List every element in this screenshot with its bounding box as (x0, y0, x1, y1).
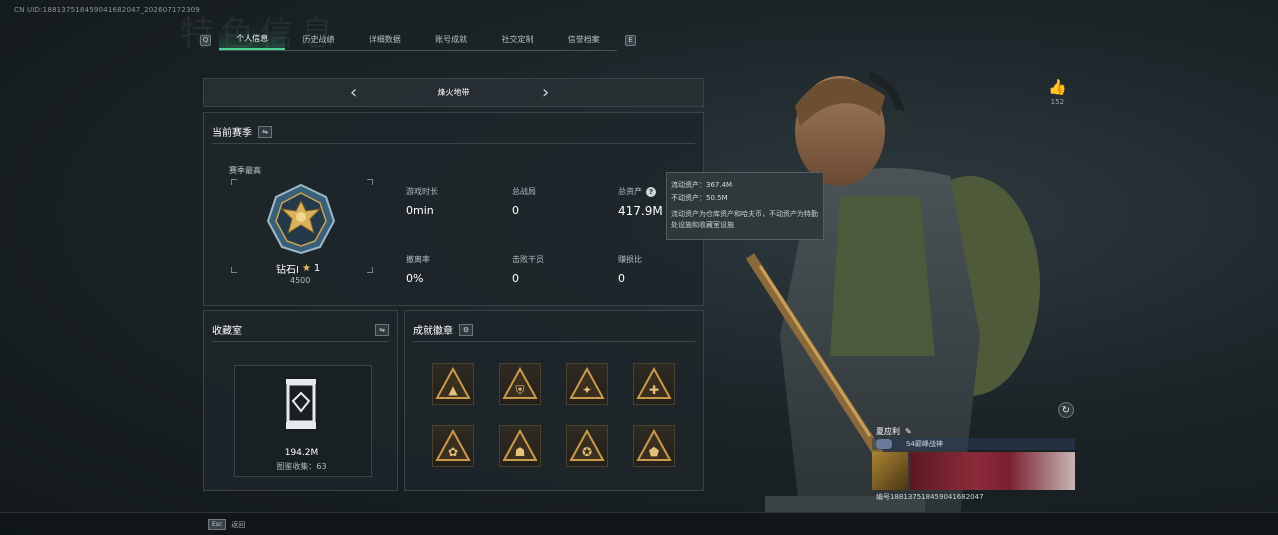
stat-label: 撤离率 (406, 255, 430, 264)
player-title-text: S4巅峰战神 (906, 440, 943, 448)
achievement-badge-icon[interactable]: ☗ (499, 425, 541, 467)
esc-label: 返回 (231, 520, 246, 529)
divider (212, 143, 695, 144)
collection-count: 图鉴收集：63 (276, 462, 327, 471)
svg-text:⬟: ⬟ (649, 445, 660, 459)
stat-play-time: 游戏时长 0min (406, 179, 438, 217)
player-banner (872, 452, 1075, 490)
current-season-panel: 当前赛季 ⇋ 赛季最高 钻石Ⅰ ★ 1 4500 游戏时长 0min 总战局 0… (203, 112, 704, 306)
next-tab-key-hint[interactable]: E (625, 34, 636, 46)
mode-selector: ‹ 烽火地带 › (203, 78, 704, 107)
stat-value: 0 (512, 204, 519, 217)
stat-value: 0min (406, 204, 434, 217)
svg-text:✿: ✿ (448, 445, 458, 459)
stat-label: 赚损比 (618, 255, 642, 264)
help-question-icon[interactable]: ? (646, 187, 656, 197)
stat-total-assets: 总资产? 417.9M (618, 179, 663, 218)
tab-match-history[interactable]: 历史战绩 (285, 29, 351, 50)
tab-list: 个人信息 历史战绩 详细数据 账号成就 社交定制 信誉档案 (219, 29, 617, 51)
achievement-badge-icon[interactable]: ▲ (432, 363, 474, 405)
achievement-badges-panel: 成就徽章 ⚙ ▲ ⛨ ✦ ✚ ✿ ☗ ✪ ⬟ (404, 310, 704, 491)
season-title: 当前赛季 (212, 128, 252, 139)
prev-tab-key-hint[interactable]: Q (200, 34, 211, 46)
tab-achievements[interactable]: 账号成就 (418, 29, 484, 50)
mode-name: 烽火地带 (437, 88, 470, 97)
svg-text:☗: ☗ (515, 445, 526, 459)
player-name: 夏应利 (876, 427, 900, 436)
achievement-badge-icon[interactable]: ✪ (566, 425, 608, 467)
season-best-label: 赛季最高 (229, 166, 261, 175)
thumbs-up-icon[interactable]: 👍 (1048, 78, 1067, 96)
banner-artwork (910, 452, 1075, 490)
stat-profit-loss-ratio: 赚损比 0 (618, 247, 642, 285)
stat-label: 总资产 (618, 187, 642, 196)
stat-total-matches: 总战局 0 (512, 179, 536, 217)
tab-social-custom[interactable]: 社交定制 (484, 29, 550, 50)
edit-pencil-icon[interactable]: ✎ (905, 427, 912, 436)
tab-credit-record[interactable]: 信誉档案 (551, 29, 617, 50)
rank-name-text: 钻石Ⅰ (276, 265, 299, 276)
stat-label: 击败干员 (512, 255, 544, 264)
stat-label: 总战局 (512, 187, 536, 196)
collection-switch-icon[interactable]: ⇋ (375, 323, 389, 336)
player-id: 编号1881375184590416820​47 (876, 493, 984, 501)
stat-operators-defeated: 击败干员 0 (512, 247, 544, 285)
stat-extract-rate: 撤离率 0% (406, 247, 430, 285)
rank-name: 钻石Ⅰ ★ 1 (276, 261, 320, 276)
assets-tooltip: 流动资产：367.4M 不动资产：50.5M 流动资产为仓库资产和哈夫币，不动资… (666, 172, 824, 240)
uid-label: CN UID:1881375184590416820​47_2026071723… (14, 6, 200, 14)
stat-value: 0 (618, 272, 625, 285)
collection-value: 194.2M (284, 448, 319, 458)
top-tab-bar: Q 个人信息 历史战绩 详细数据 账号成就 社交定制 信誉档案 E (200, 29, 636, 51)
refresh-icon[interactable]: ↻ (1058, 402, 1074, 418)
gear-icon[interactable]: ⚙ (459, 323, 473, 336)
banner-emblem (872, 452, 908, 490)
tooltip-fixed-assets: 不动资产：50.5M (671, 194, 728, 202)
achievement-badge-icon[interactable]: ✦ (566, 363, 608, 405)
rank-star-icon: ★ (301, 263, 311, 274)
divider (212, 341, 389, 342)
like-counter: 👍 152 (1048, 78, 1067, 106)
stat-value: 417.9M (618, 204, 663, 218)
svg-text:✚: ✚ (649, 383, 659, 397)
season-switch-icon[interactable]: ⇋ (258, 125, 272, 138)
tooltip-liquid-assets: 流动资产：367.4M (671, 181, 733, 189)
stat-value: 0% (406, 272, 424, 285)
svg-text:▲: ▲ (448, 383, 458, 397)
bottom-bar: Esc 返回 (0, 512, 1278, 535)
tab-detailed-data[interactable]: 详细数据 (352, 29, 418, 50)
svg-text:✪: ✪ (582, 445, 592, 459)
svg-text:✦: ✦ (582, 383, 592, 397)
badges-title: 成就徽章 (413, 326, 453, 337)
divider (413, 341, 695, 342)
tab-personal-info[interactable]: 个人信息 (219, 29, 286, 50)
achievement-badge-icon[interactable]: ✚ (633, 363, 675, 405)
player-title-bar: S4巅峰战神 (872, 438, 1075, 450)
title-emblem-icon (876, 439, 892, 449)
rank-star-count: 1 (313, 263, 321, 274)
achievement-badge-icon[interactable]: ⬟ (633, 425, 675, 467)
player-name-card: 夏应利 ✎ S4巅峰战神 编号1881375184590416820​47 (872, 424, 1075, 504)
achievement-badge-icon[interactable]: ✿ (432, 425, 474, 467)
mode-next-arrow-icon[interactable]: › (542, 83, 549, 103)
esc-key-hint[interactable]: Esc (208, 519, 227, 530)
achievement-badge-icon[interactable]: ⛨ (499, 363, 541, 405)
rank-points: 4500 (290, 276, 311, 285)
tooltip-description: 流动资产为仓库资产和哈夫币，不动资产为特勤处设施和收藏室设施 (671, 210, 818, 229)
diamond-rank-emblem-icon (266, 183, 336, 255)
collection-room-panel: 收藏室 ⇋ 194.2M 图鉴收集：63 (203, 310, 398, 491)
stat-value: 0 (512, 272, 519, 285)
display-cabinet-icon (286, 379, 316, 429)
collection-title: 收藏室 (212, 326, 242, 337)
svg-text:⛨: ⛨ (515, 383, 524, 397)
mode-prev-arrow-icon[interactable]: ‹ (350, 83, 357, 103)
like-count: 152 (1050, 98, 1065, 106)
stat-label: 游戏时长 (406, 187, 438, 196)
